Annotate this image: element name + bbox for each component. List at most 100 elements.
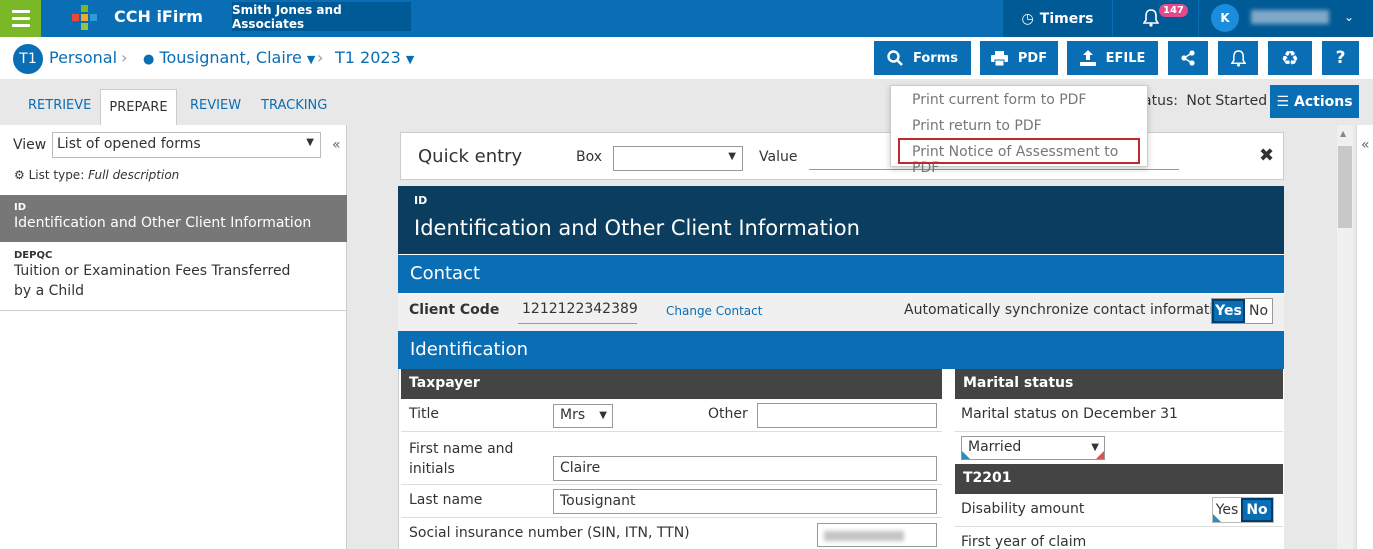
client-code-value[interactable]: 1212122342389 <box>518 301 638 324</box>
form-code: ID <box>14 202 27 213</box>
status-value: Not Started <box>1186 93 1268 109</box>
caret-down-icon: ▼ <box>306 137 314 148</box>
menu-item-print-return[interactable]: Print return to PDF <box>912 118 1042 134</box>
gear-icon: ⚙ <box>14 168 25 182</box>
client-name: Tousignant, Claire <box>159 48 302 67</box>
firm-selector[interactable]: Smith Jones and Associates <box>232 2 411 31</box>
chevron-down-icon: ⌄ <box>1344 10 1355 24</box>
efile-button[interactable]: EFILE <box>1067 41 1158 75</box>
timers-button[interactable]: ◷ Timers <box>1003 0 1112 37</box>
list-icon: ☰ <box>1276 93 1289 110</box>
row-divider <box>401 484 942 485</box>
search-icon <box>887 50 903 66</box>
forms-button[interactable]: Forms <box>874 41 971 75</box>
bell-icon <box>1143 9 1159 27</box>
breadcrumb-personal[interactable]: Personal <box>49 48 117 67</box>
title-label: Title <box>409 406 440 422</box>
disability-yes[interactable]: Yes <box>1213 498 1241 522</box>
sync-toggle[interactable]: Yes No <box>1211 298 1273 324</box>
tab-review[interactable]: REVIEW <box>190 98 241 113</box>
actions-button[interactable]: ☰ Actions <box>1270 85 1359 118</box>
scroll-thumb[interactable] <box>1338 146 1352 228</box>
upload-icon <box>1079 50 1096 66</box>
form-code: DEPQC <box>14 250 53 261</box>
tab-retrieve[interactable]: RETRIEVE <box>28 98 91 113</box>
box-label: Box <box>576 149 603 165</box>
breadcrumb-client[interactable]: ● Tousignant, Claire ▼ <box>143 48 315 67</box>
help-button[interactable]: ? <box>1322 41 1359 75</box>
disability-toggle[interactable]: Yes No <box>1212 497 1274 523</box>
sync-label: Automatically synchronize contact inform… <box>904 302 1231 318</box>
forms-panel: View List of opened forms ▼ « ⚙ List typ… <box>0 125 347 549</box>
pdf-button[interactable]: PDF <box>980 41 1058 75</box>
sin-blurred-value <box>824 531 904 541</box>
sync-yes[interactable]: Yes <box>1212 299 1245 323</box>
share-button[interactable] <box>1168 41 1208 75</box>
title-select[interactable]: Mrs ▼ <box>553 404 613 428</box>
timers-label: Timers <box>1039 10 1094 27</box>
row-divider <box>955 431 1283 432</box>
form-desc: Identification and Other Client Informat… <box>14 215 312 231</box>
view-select-value: List of opened forms <box>57 136 201 152</box>
close-icon[interactable]: ✖ <box>1259 145 1274 166</box>
pdf-label: PDF <box>1017 50 1048 66</box>
t2201-header: T2201 <box>955 464 1283 494</box>
right-panel-strip <box>1356 125 1373 549</box>
taxpayer-header: Taxpayer <box>401 369 942 399</box>
sync-no[interactable]: No <box>1245 299 1272 323</box>
caret-down-icon: ▼ <box>599 410 607 421</box>
tab-tracking[interactable]: TRACKING <box>261 98 327 113</box>
share-icon <box>1181 50 1195 66</box>
recycle-button[interactable]: ♻ <box>1268 41 1312 75</box>
scroll-up-icon[interactable]: ▲ <box>1340 129 1346 138</box>
notifications-button[interactable]: 147 <box>1113 0 1198 37</box>
list-item[interactable]: DEPQC Tuition or Examination Fees Transf… <box>0 243 347 311</box>
list-type[interactable]: ⚙ List type: Full description <box>14 168 179 182</box>
view-select[interactable]: List of opened forms ▼ <box>52 132 321 158</box>
efile-label: EFILE <box>1105 50 1146 66</box>
disability-label: Disability amount <box>961 501 1085 517</box>
hamburger-menu-icon[interactable] <box>0 0 41 37</box>
collapse-right-icon[interactable]: « <box>1361 137 1370 153</box>
app-title: CCH iFirm <box>114 7 203 26</box>
last-name-input[interactable]: Tousignant <box>553 489 937 514</box>
bell-icon <box>1230 49 1246 67</box>
printer-icon <box>990 50 1008 66</box>
form-header: ID Identification and Other Client Infor… <box>398 186 1284 254</box>
marital-status-header: Marital status <box>955 369 1283 399</box>
first-name-input[interactable]: Claire <box>553 456 937 481</box>
alert-button[interactable] <box>1218 41 1258 75</box>
marital-status-select[interactable]: Married ▼ <box>961 436 1105 460</box>
highlight-box <box>898 138 1140 164</box>
return-type-badge: T1 <box>13 44 43 74</box>
caret-down-icon: ▼ <box>405 53 415 66</box>
chevron-right-icon: › <box>317 48 324 67</box>
title-select-value: Mrs <box>560 407 586 423</box>
menu-item-print-current-form[interactable]: Print current form to PDF <box>912 92 1086 108</box>
user-menu[interactable]: K ⌄ <box>1199 0 1373 37</box>
disability-no[interactable]: No <box>1241 498 1273 522</box>
caret-down-icon: ▼ <box>728 151 736 162</box>
collapse-left-icon[interactable]: « <box>332 137 341 153</box>
status-label: atus: <box>1143 93 1178 109</box>
change-contact-link[interactable]: Change Contact <box>666 304 762 318</box>
person-icon: ● <box>143 52 155 67</box>
breadcrumb-year[interactable]: T1 2023 ▼ <box>335 48 414 67</box>
caret-down-icon: ▼ <box>306 53 316 66</box>
sin-input[interactable] <box>817 523 937 547</box>
marital-dec31-label: Marital status on December 31 <box>961 406 1178 422</box>
last-name-label: Last name <box>409 492 483 508</box>
view-label: View <box>13 137 47 153</box>
client-code-label: Client Code <box>409 302 500 318</box>
avatar: K <box>1211 4 1239 32</box>
row-divider <box>401 517 942 518</box>
input-marker-icon <box>962 451 970 459</box>
box-select[interactable]: ▼ <box>613 146 743 171</box>
list-item[interactable]: ID Identification and Other Client Infor… <box>0 195 347 242</box>
quick-entry-bar: Quick entry Box ▼ Value ✖ <box>400 132 1284 180</box>
tab-prepare[interactable]: PREPARE <box>100 89 177 125</box>
cch-logo-icon <box>72 5 98 31</box>
recycle-icon: ♻ <box>1281 46 1299 70</box>
other-title-input[interactable] <box>757 403 937 428</box>
marital-status-value: Married <box>968 439 1022 455</box>
